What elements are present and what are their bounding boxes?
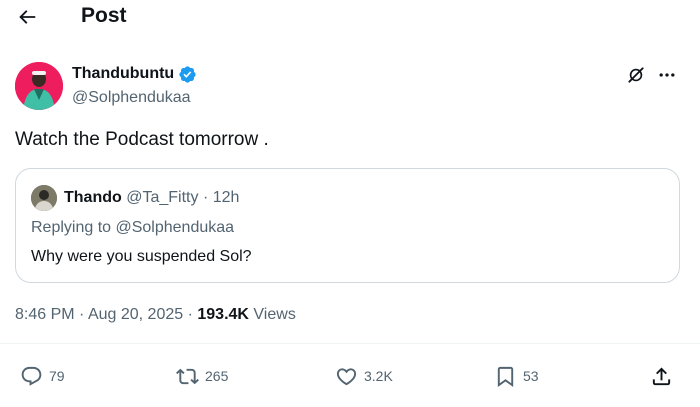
- grok-icon: [628, 67, 644, 83]
- bookmark-button[interactable]: 53: [494, 362, 539, 390]
- more-options-button[interactable]: [655, 64, 679, 86]
- share-button[interactable]: [650, 362, 673, 390]
- post-meta-row: 8:46 PM · Aug 20, 2025 · 193.4K Views: [15, 305, 296, 325]
- meta-separator: ·: [79, 306, 85, 323]
- quoted-replying-to: Replying to @Solphendukaa: [31, 219, 235, 236]
- grok-button[interactable]: [625, 64, 647, 86]
- views-label: Views: [253, 306, 296, 323]
- author-avatar[interactable]: [15, 62, 63, 110]
- bookmark-icon: [497, 366, 514, 387]
- bookmark-count: 53: [523, 368, 539, 384]
- share-icon: [652, 366, 671, 385]
- page-title: Post: [81, 4, 127, 27]
- author-handle[interactable]: @Solphendukaa: [72, 88, 191, 108]
- repost-button[interactable]: 265: [176, 362, 228, 390]
- repost-icon: [176, 368, 199, 384]
- post-text: Watch the Podcast tomorrow .: [15, 129, 269, 150]
- meta-separator: ·: [187, 306, 193, 323]
- reply-count: 79: [49, 368, 65, 384]
- quoted-post-time: 12h: [212, 189, 240, 206]
- actions-divider: [0, 343, 700, 344]
- reply-button[interactable]: 79: [20, 362, 65, 390]
- like-count: 3.2K: [364, 368, 393, 384]
- quoted-author-handle: @Ta_Fitty: [126, 189, 199, 206]
- post-time[interactable]: 8:46 PM: [15, 306, 75, 323]
- quoted-author-avatar: [31, 185, 57, 211]
- verified-badge-icon[interactable]: [178, 65, 197, 84]
- quoted-post-text: Why were you suspended Sol?: [31, 248, 252, 265]
- like-button[interactable]: 3.2K: [335, 362, 393, 390]
- reply-icon: [21, 366, 42, 386]
- views-count: 193.4K: [197, 306, 249, 323]
- heart-icon: [336, 367, 357, 385]
- more-horizontal-icon: [659, 73, 675, 77]
- post-header: Post: [0, 0, 700, 34]
- author-display-name[interactable]: Thandubuntu: [72, 64, 174, 84]
- arrow-left-icon: [19, 10, 36, 24]
- quoted-post-meta: Thando @Ta_Fitty · 12h: [64, 188, 239, 208]
- repost-count: 265: [205, 368, 229, 384]
- back-button[interactable]: [10, 0, 44, 34]
- post-date[interactable]: Aug 20, 2025: [88, 306, 183, 323]
- quoted-author-name: Thando: [64, 189, 122, 206]
- quoted-meta-separator: ·: [202, 189, 209, 206]
- quoted-post-card[interactable]: Thando @Ta_Fitty · 12h Replying to @Solp…: [15, 168, 680, 283]
- author-name-row: Thandubuntu: [72, 64, 197, 84]
